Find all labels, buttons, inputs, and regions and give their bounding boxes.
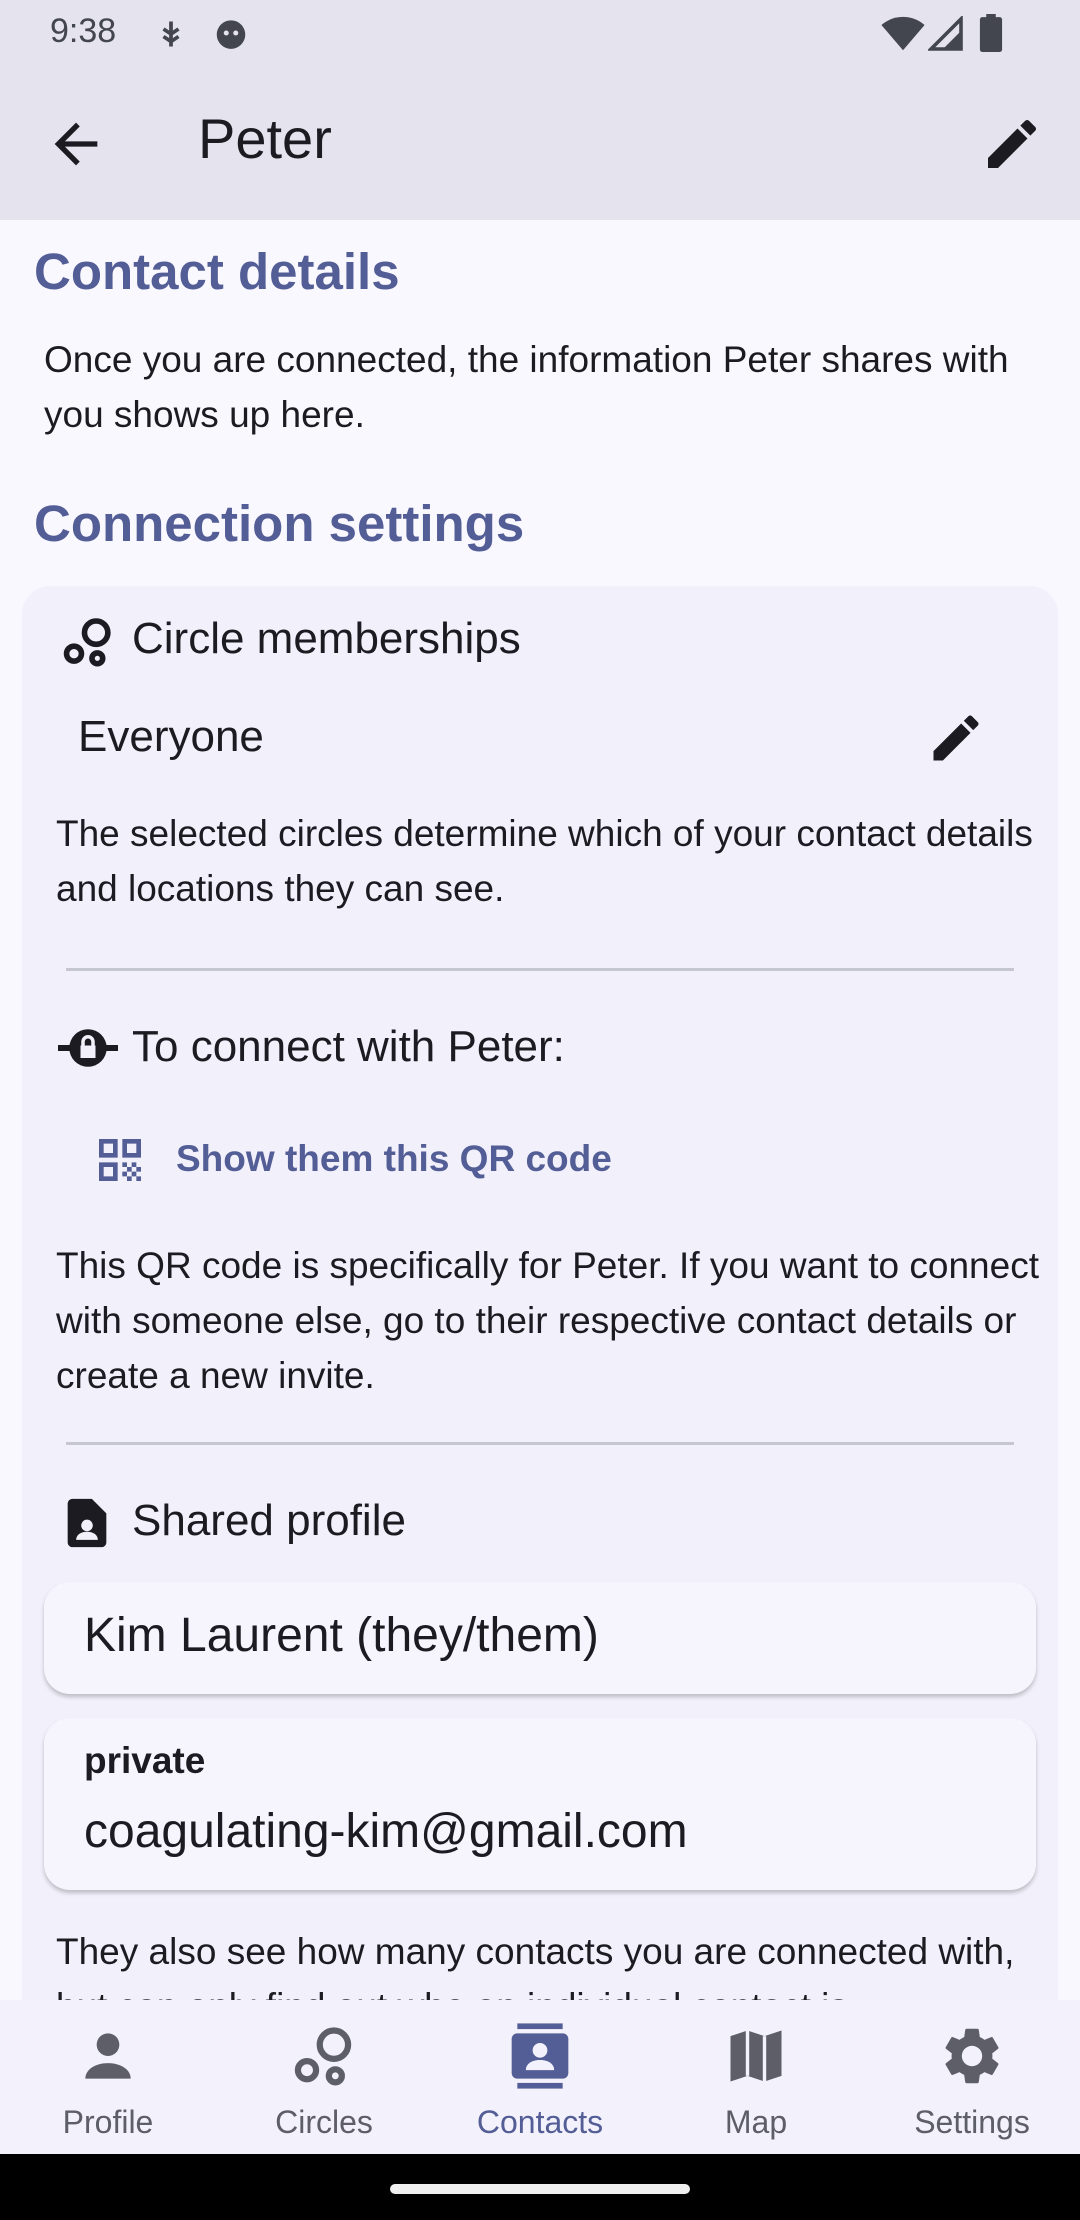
circle-memberships-value: Everyone [78, 712, 264, 761]
home-handle[interactable] [390, 2184, 690, 2194]
gear-icon [945, 2028, 999, 2084]
gesture-bar [0, 2154, 1080, 2220]
app-notification-icon [216, 20, 246, 49]
map-icon [730, 2030, 782, 2082]
qr-code-icon[interactable] [92, 1132, 148, 1188]
connection-settings-heading: Connection settings [34, 495, 525, 552]
shared-name-value: Kim Laurent (they/them) [84, 1609, 599, 1662]
circles-icon [294, 2027, 352, 2086]
lock-connect-icon [58, 1029, 118, 1067]
edit-circles-icon[interactable] [926, 708, 986, 768]
contacts-icon [511, 2023, 569, 2089]
connection-settings-card: Circle memberships Everyone The selected… [22, 586, 1058, 2000]
nav-map[interactable]: Map [648, 2000, 864, 2154]
divider [66, 968, 1014, 971]
signal-icon [928, 16, 963, 51]
show-qr-code-link[interactable]: Show them this QR code [176, 1138, 612, 1180]
nav-contacts[interactable]: Contacts [432, 2000, 648, 2154]
profile-document-icon [67, 1498, 107, 1548]
nav-profile-label: Profile [62, 2104, 154, 2140]
circle-memberships-title: Circle memberships [132, 614, 521, 663]
nav-settings[interactable]: Settings [864, 2000, 1080, 2154]
screen: { "status_bar": { "time": "9:38" }, "app… [0, 0, 1080, 2220]
nav-circles[interactable]: Circles [216, 2000, 432, 2154]
wifi-icon [881, 16, 925, 51]
contact-details-text: Once you are connected, the information … [44, 339, 1009, 435]
back-arrow-icon[interactable] [44, 112, 108, 176]
contact-details-heading: Contact details [34, 243, 400, 300]
email-label: private [84, 1740, 206, 1781]
bottom-navigation: Profile Circles Contacts Map Settings [0, 2000, 1080, 2154]
edit-contact-icon[interactable] [980, 112, 1044, 176]
page-title: Peter [198, 107, 332, 170]
nav-circles-label: Circles [275, 2104, 373, 2140]
email-value: coagulating-kim@gmail.com [84, 1805, 688, 1858]
notification-icon [162, 21, 180, 47]
qr-code-hint: This QR code is specifically for Peter. … [56, 1245, 1039, 1396]
nav-contacts-label: Contacts [476, 2104, 604, 2140]
battery-icon [979, 14, 1003, 52]
shared-name-field[interactable]: Kim Laurent (they/them) [44, 1582, 1036, 1694]
shared-profile-title: Shared profile [132, 1496, 406, 1545]
shared-email-field[interactable]: private coagulating-kim@gmail.com [44, 1718, 1036, 1890]
circle-memberships-hint: The selected circles determine which of … [56, 813, 1033, 909]
nav-settings-label: Settings [914, 2104, 1030, 2140]
connect-title: To connect with Peter: [132, 1022, 565, 1071]
circles-icon [63, 618, 111, 667]
nav-profile[interactable]: Profile [0, 2000, 216, 2154]
status-bar: 9:38 [0, 0, 1080, 66]
nav-map-label: Map [724, 2104, 788, 2140]
shared-profile-footer: They also see how many contacts you are … [56, 1931, 1015, 2000]
contact-detail-content[interactable]: Contact details Once you are connected, … [0, 220, 1080, 2000]
status-time: 9:38 [50, 12, 117, 50]
person-icon [85, 2033, 131, 2079]
top-app-bar: Peter [0, 66, 1080, 220]
divider [66, 1442, 1014, 1445]
